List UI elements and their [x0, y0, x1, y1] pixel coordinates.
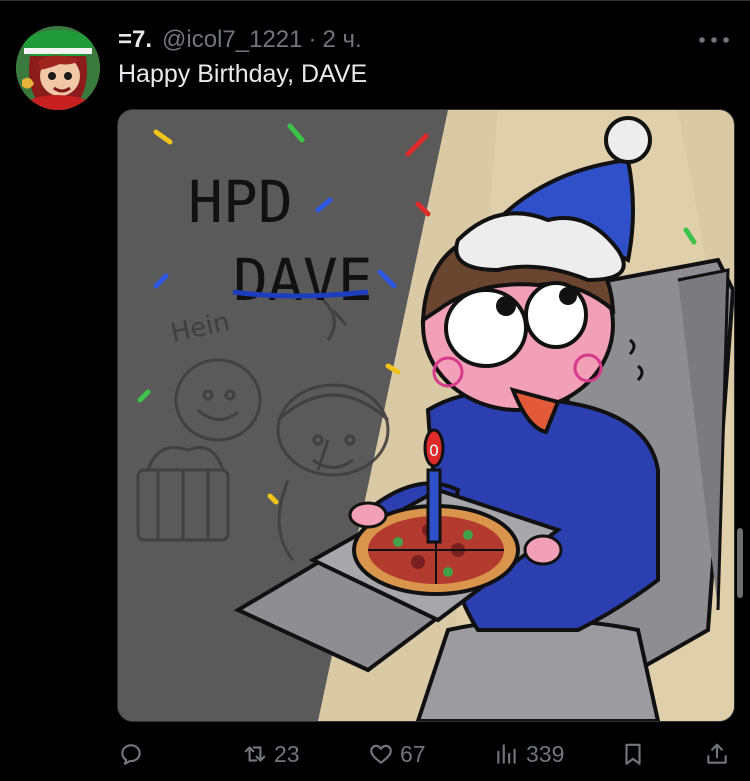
more-horizontal-icon[interactable]	[694, 28, 734, 52]
author-handle[interactable]: @icol7_1221	[162, 26, 302, 54]
like-button[interactable]: 67	[368, 734, 426, 774]
handwritten-title-line2: DAVE	[233, 246, 373, 314]
views-icon	[494, 741, 520, 767]
separator-dot: ·	[308, 26, 317, 53]
retweet-button[interactable]: 23	[242, 734, 300, 774]
bookmark-button[interactable]	[620, 734, 646, 774]
reply-button[interactable]	[118, 734, 150, 774]
share-icon	[704, 741, 730, 767]
retweet-count: 23	[274, 740, 300, 767]
candle-number: 0	[429, 441, 439, 460]
views-button[interactable]: 339	[494, 734, 564, 774]
timestamp[interactable]: 2 ч.	[323, 26, 362, 54]
tweet-text: Happy Birthday, DAVE	[118, 60, 368, 88]
tweet-media-image[interactable]: Hein HPD DAVE 0	[117, 109, 735, 722]
author-avatar[interactable]	[16, 26, 100, 110]
like-count: 67	[400, 740, 426, 767]
retweet-icon	[242, 741, 268, 767]
heart-icon	[368, 741, 394, 767]
avatar-image	[16, 26, 100, 110]
action-bar: 23 67 339	[0, 734, 750, 774]
top-divider	[0, 0, 750, 1]
handwritten-title-line1: HPD	[188, 168, 293, 236]
share-button[interactable]	[704, 734, 730, 774]
bookmark-icon	[620, 741, 646, 767]
scrollbar[interactable]	[737, 528, 743, 598]
tweet-header: =7. @icol7_1221 · 2 ч.	[118, 24, 362, 56]
views-count: 339	[526, 740, 565, 767]
author-name[interactable]: =7.	[118, 26, 152, 54]
reply-icon	[118, 741, 144, 767]
